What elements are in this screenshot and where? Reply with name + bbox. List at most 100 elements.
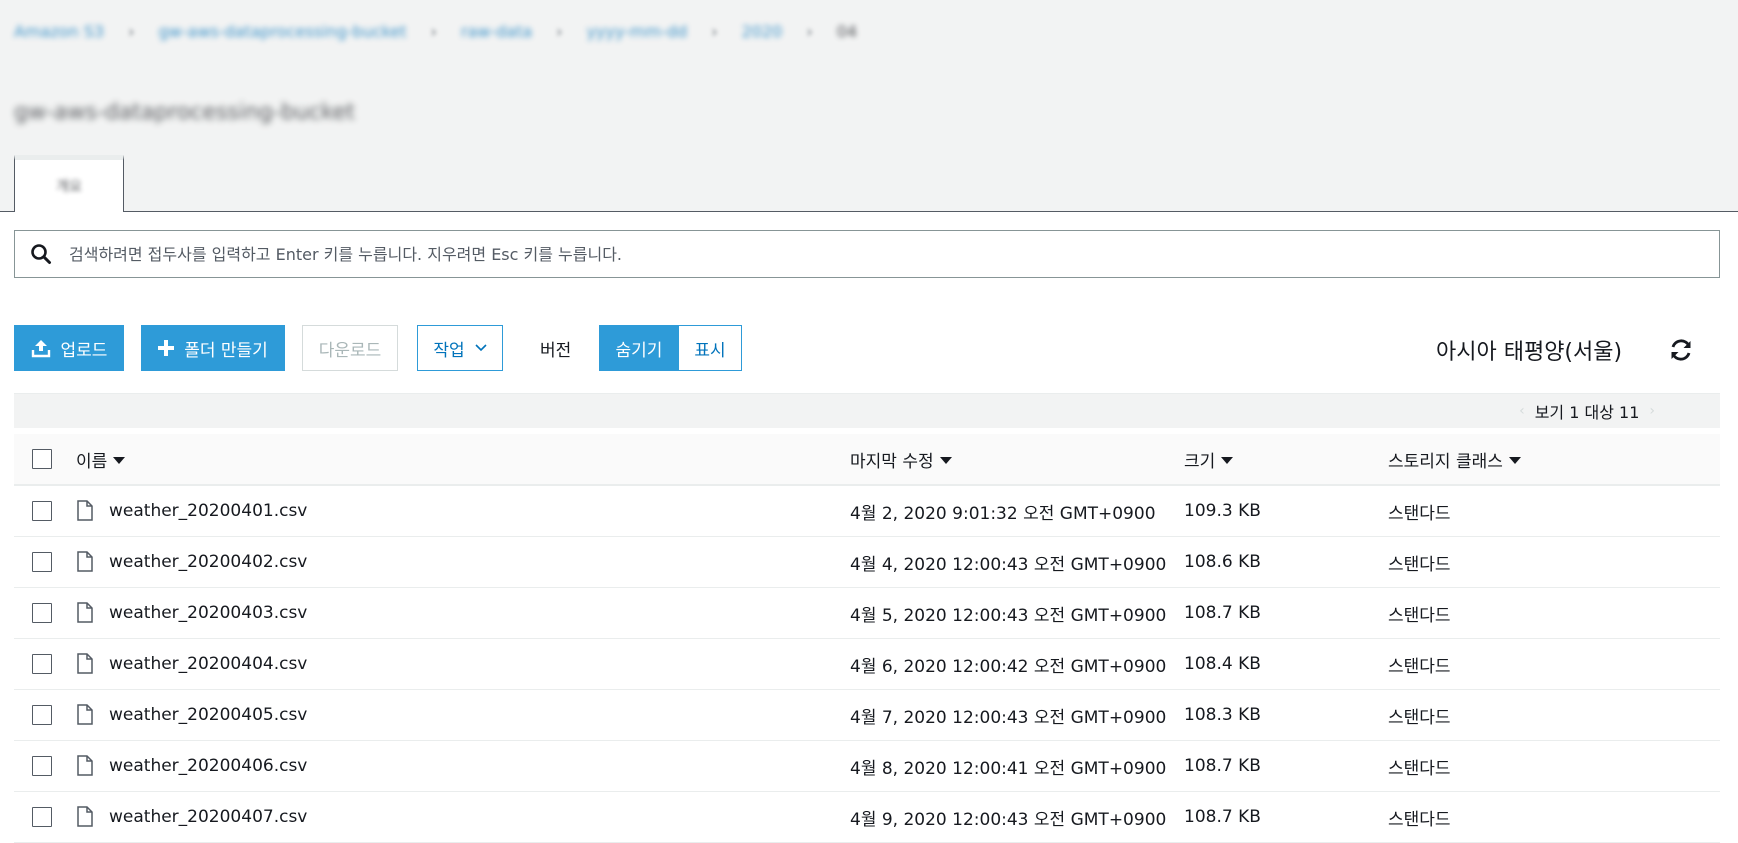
breadcrumb: Amazon S3 › gw-aws-dataprocessing-bucket… [14,16,857,46]
region-label: 아시아 태평양(서울) [1436,340,1623,365]
file-icon [77,551,93,572]
table-row[interactable]: weather_20200405.csv 4월 7, 2020 12:00:43… [14,690,1720,741]
size-cell: 108.7 KB [1184,603,1261,623]
storage-class-cell: 스탠다드 [1388,656,1451,677]
file-name-link[interactable]: weather_20200403.csv [109,603,307,623]
file-icon [77,806,93,827]
column-header-modified[interactable]: 마지막 수정 [850,434,952,484]
table-row[interactable]: weather_20200404.csv 4월 6, 2020 12:00:42… [14,639,1720,690]
storage-class-cell: 스탠다드 [1388,503,1451,524]
file-name-link[interactable]: weather_20200401.csv [109,501,307,521]
create-folder-label: 폴더 만들기 [184,340,268,361]
pager-bar: ‹ 보기 1 대상 11 › [14,393,1720,428]
versions-show-button[interactable]: 표시 [679,325,742,371]
storage-class-cell: 스탠다드 [1388,809,1451,830]
row-checkbox[interactable] [32,705,52,725]
storage-class-cell: 스탠다드 [1388,554,1451,575]
table-row[interactable]: weather_20200406.csv 4월 8, 2020 12:00:41… [14,741,1720,792]
sort-caret-icon [939,456,952,464]
file-icon [77,653,93,674]
column-header-size[interactable]: 크기 [1184,434,1234,484]
size-cell: 108.6 KB [1184,552,1261,572]
row-checkbox[interactable] [32,603,52,623]
breadcrumb-item[interactable]: 2020 [742,22,783,41]
actions-label: 작업 [433,340,465,361]
select-all-checkbox[interactable] [32,449,52,469]
upload-button[interactable]: 업로드 [14,325,124,371]
table-row[interactable]: weather_20200403.csv 4월 5, 2020 12:00:43… [14,588,1720,639]
table-row[interactable]: weather_20200407.csv 4월 9, 2020 12:00:43… [14,792,1720,843]
download-label: 다운로드 [318,340,382,361]
pager-text: 보기 1 대상 11 [1534,403,1640,422]
actions-dropdown[interactable]: 작업 [417,325,503,371]
plus-icon [158,340,175,356]
table-row[interactable]: weather_20200402.csv 4월 4, 2020 12:00:43… [14,537,1720,588]
header-area: Amazon S3 › gw-aws-dataprocessing-bucket… [0,0,1738,212]
tab-overview[interactable]: 개요 [14,155,124,212]
column-header-label: 크기 [1184,451,1216,472]
breadcrumb-separator: › [128,21,135,41]
column-header-label: 마지막 수정 [850,451,934,472]
versions-toggle: 숨기기 표시 [599,325,742,371]
upload-label: 업로드 [60,340,108,361]
upload-icon [31,338,51,358]
pager: ‹ 보기 1 대상 11 › [1509,394,1665,428]
next-page-icon[interactable]: › [1649,403,1655,419]
column-header-name[interactable]: 이름 [76,434,126,484]
breadcrumb-current: 04 [836,21,858,41]
row-checkbox[interactable] [32,807,52,827]
table-body: weather_20200401.csv 4월 2, 2020 9:01:32 … [14,486,1720,843]
size-cell: 109.3 KB [1184,501,1261,521]
row-checkbox[interactable] [32,756,52,776]
breadcrumb-item[interactable]: Amazon S3 [14,22,104,41]
row-checkbox[interactable] [32,501,52,521]
breadcrumb-separator: › [430,21,437,41]
storage-class-cell: 스탠다드 [1388,605,1451,626]
page-title: gw-aws-dataprocessing-bucket [14,100,355,125]
table-row[interactable]: weather_20200401.csv 4월 2, 2020 9:01:32 … [14,486,1720,537]
sort-caret-icon [113,456,126,464]
refresh-icon[interactable] [1668,337,1694,363]
size-cell: 108.4 KB [1184,654,1261,674]
breadcrumb-separator: › [556,21,563,41]
download-button[interactable]: 다운로드 [302,325,398,371]
file-icon [77,755,93,776]
file-icon [77,704,93,725]
sort-caret-icon [1508,456,1521,464]
toolbar: 업로드 폴더 만들기 다운로드 작업 버전 숨기기 표시 아시아 태평양(서울) [14,325,1720,371]
create-folder-button[interactable]: 폴더 만들기 [141,325,285,371]
breadcrumb-item[interactable]: yyyy-mm-dd [587,22,688,41]
column-header-label: 스토리지 클래스 [1388,451,1503,472]
column-header-storage-class[interactable]: 스토리지 클래스 [1388,434,1521,484]
breadcrumb-separator: › [806,21,813,41]
breadcrumb-item[interactable]: raw-data [461,22,532,41]
search-icon [31,244,51,264]
size-cell: 108.7 KB [1184,807,1261,827]
size-cell: 108.3 KB [1184,705,1261,725]
prev-page-icon[interactable]: ‹ [1519,403,1525,419]
file-name-link[interactable]: weather_20200407.csv [109,807,307,827]
search-input[interactable] [67,233,1719,275]
breadcrumb-item[interactable]: gw-aws-dataprocessing-bucket [159,22,407,41]
sort-caret-icon [1221,456,1234,464]
file-icon [77,602,93,623]
file-name-link[interactable]: weather_20200406.csv [109,756,307,776]
row-checkbox[interactable] [32,552,52,572]
file-name-link[interactable]: weather_20200404.csv [109,654,307,674]
column-header-label: 이름 [76,451,108,472]
last-modified-cell: 4월 9, 2020 12:00:43 오전 GMT+0900 [850,809,1167,830]
row-checkbox[interactable] [32,654,52,674]
file-name-link[interactable]: weather_20200405.csv [109,705,307,725]
table-header: 이름 마지막 수정 크기 스토리지 클래스 [14,434,1720,486]
object-table: 이름 마지막 수정 크기 스토리지 클래스 weather_20200401.c… [14,434,1720,843]
tab-label: 개요 [56,179,82,195]
last-modified-cell: 4월 5, 2020 12:00:43 오전 GMT+0900 [850,605,1167,626]
last-modified-cell: 4월 8, 2020 12:00:41 오전 GMT+0900 [850,758,1167,779]
storage-class-cell: 스탠다드 [1388,758,1451,779]
chevron-down-icon [475,344,487,352]
versions-label: 버전 [540,340,572,361]
last-modified-cell: 4월 7, 2020 12:00:43 오전 GMT+0900 [850,707,1167,728]
versions-hide-button[interactable]: 숨기기 [599,325,679,371]
file-name-link[interactable]: weather_20200402.csv [109,552,307,572]
last-modified-cell: 4월 4, 2020 12:00:43 오전 GMT+0900 [850,554,1167,575]
